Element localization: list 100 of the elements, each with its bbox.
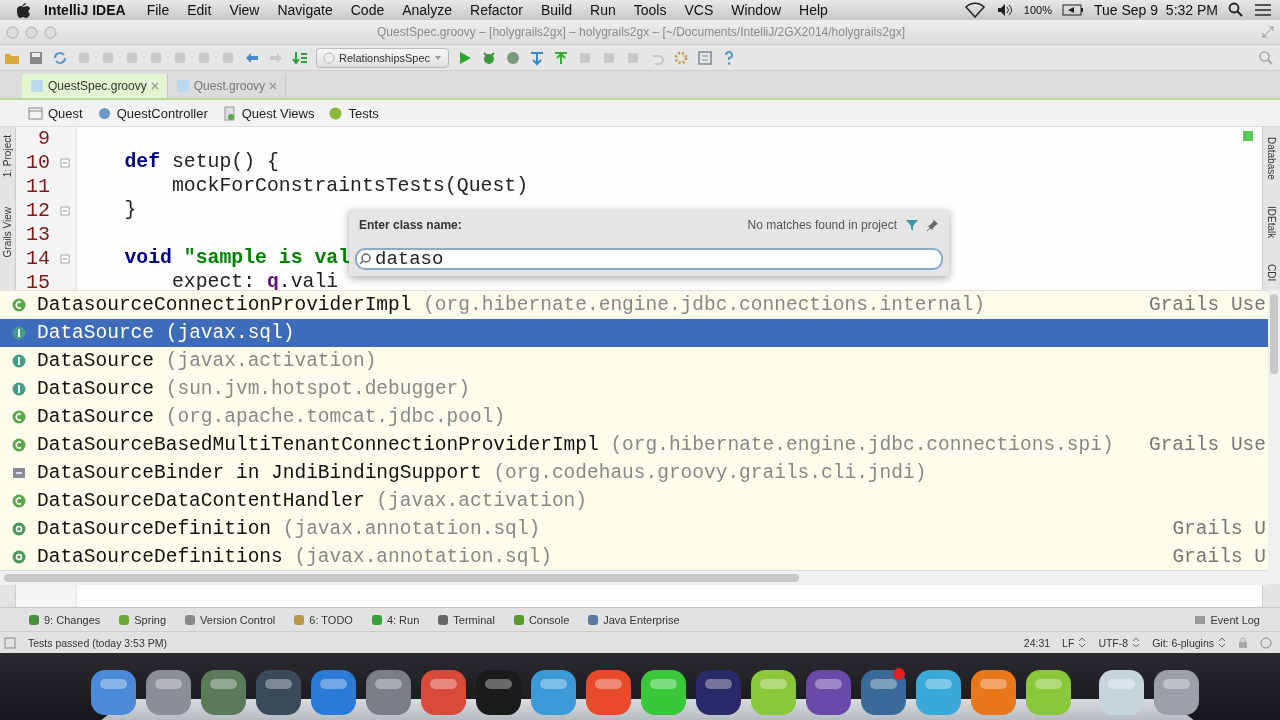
completion-item[interactable]: DataSourceDefinitions (javax.annotation.sql) Grails U — [0, 543, 1268, 571]
tool-window-button[interactable]: 9: Changes — [28, 613, 101, 626]
class-name-field[interactable]: dataso — [355, 248, 943, 270]
menu-item[interactable]: Edit — [178, 2, 221, 18]
fold-icon[interactable] — [60, 158, 70, 168]
sync-icon[interactable] — [52, 49, 68, 66]
window-control-icon[interactable] — [6, 25, 19, 39]
app-icon[interactable] — [253, 667, 304, 717]
vcs-branch[interactable]: Git: 6-plugins — [1152, 636, 1226, 649]
tool-window-button[interactable]: 4: Run — [370, 613, 420, 626]
completion-item[interactable]: DataSourceDataContentHandler (javax.activation) — [0, 487, 1268, 515]
tool-window-button[interactable]: 6: TODO — [293, 613, 353, 626]
close-icon[interactable] — [150, 82, 159, 90]
menu-item[interactable]: Analyze — [393, 2, 461, 18]
menu-item[interactable]: Navigate — [268, 2, 342, 18]
menu-item[interactable]: File — [137, 2, 179, 18]
save-icon[interactable] — [28, 49, 44, 66]
app-icon[interactable] — [858, 667, 909, 717]
cursor-position[interactable]: 24:31 — [1023, 636, 1051, 649]
completion-item[interactable]: DataSource (sun.jvm.hotspot.debugger) — [0, 375, 1268, 403]
build-icon[interactable] — [292, 49, 308, 66]
battery-icon[interactable] — [1062, 4, 1084, 16]
app-icon[interactable] — [363, 667, 414, 717]
app-icon[interactable] — [803, 667, 854, 717]
tool-window-tab[interactable]: IDEtalk — [1266, 205, 1277, 239]
tool-window-button[interactable]: Version Control — [184, 613, 276, 626]
menu-item[interactable]: View — [220, 2, 269, 18]
fold-icon[interactable] — [60, 206, 70, 216]
app-menu[interactable]: IntelliJ IDEA — [30, 2, 138, 18]
window-control-icon[interactable] — [25, 25, 38, 39]
tool-window-tab[interactable]: 1: Project — [2, 135, 13, 178]
app-icon[interactable] — [418, 667, 469, 717]
list-icon[interactable] — [1254, 3, 1272, 17]
editor-tab[interactable]: QuestSpec.groovy — [22, 74, 168, 98]
menu-item[interactable]: Code — [341, 2, 394, 18]
nav-link[interactable]: QuestController — [96, 105, 208, 121]
app-icon[interactable] — [638, 667, 689, 717]
app-icon[interactable] — [913, 667, 964, 717]
close-icon[interactable] — [269, 82, 278, 90]
window-control-icon[interactable] — [44, 25, 57, 39]
menu-item[interactable]: Refactor — [461, 2, 532, 18]
menu-item[interactable]: Help — [790, 2, 837, 18]
app-icon[interactable] — [88, 667, 139, 717]
vcs-update-icon[interactable] — [529, 49, 546, 66]
clock[interactable]: Tue Sep 9 5:32 PM — [1094, 2, 1218, 18]
menu-item[interactable]: Window — [722, 2, 791, 18]
completion-item[interactable]: DataSource (org.apache.tomcat.jdbc.pool) — [0, 403, 1268, 431]
nav-link[interactable]: Quest Views — [221, 105, 315, 121]
tool-window-tab[interactable]: Database — [1266, 137, 1277, 180]
tool-window-button[interactable]: Event Log — [1194, 613, 1260, 626]
app-icon[interactable] — [308, 667, 359, 717]
filter-icon[interactable] — [905, 218, 919, 232]
nav-link[interactable]: Tests — [328, 105, 379, 121]
tool-window-tab[interactable]: Grails View — [2, 207, 13, 258]
pin-icon[interactable] — [927, 219, 939, 231]
updown-icon — [1132, 637, 1141, 648]
tool-window-button[interactable]: Java Enterprise — [587, 613, 680, 626]
app-icon[interactable] — [473, 667, 524, 717]
completion-item[interactable]: DataSource (javax.activation) — [0, 347, 1268, 375]
file-encoding[interactable]: UTF-8 — [1098, 636, 1141, 649]
app-icon[interactable] — [1096, 667, 1147, 717]
app-icon[interactable] — [968, 667, 1019, 717]
lock-icon[interactable] — [1238, 636, 1248, 649]
completion-item[interactable]: DataSourceBinder in JndiBindingSupport (org.codehaus.groovy.grails.cli.jndi) — [0, 459, 1268, 487]
volume-icon[interactable] — [995, 2, 1014, 18]
search-icon[interactable] — [1228, 2, 1244, 18]
line-number: 11 — [25, 175, 51, 199]
menu-item[interactable]: Run — [581, 2, 625, 18]
app-icon[interactable] — [1023, 667, 1074, 717]
tool-window-button[interactable]: Console — [512, 613, 570, 626]
scrollbar-thumb[interactable] — [4, 574, 799, 582]
vcs-commit-icon[interactable] — [553, 49, 570, 66]
completion-item[interactable]: DataSourceDefinition (javax.annotation.sql) Grails U — [0, 515, 1268, 543]
structure-icon[interactable] — [697, 49, 714, 66]
line-number: 10 — [25, 151, 51, 175]
run-config-dropdown[interactable]: RelationshipsSpec — [316, 47, 450, 68]
tool-window-button[interactable]: Spring — [118, 613, 167, 626]
tool-window-tab[interactable]: CDI — [1266, 264, 1277, 282]
menu-item[interactable]: Build — [531, 2, 582, 18]
scrollbar-thumb[interactable] — [1270, 294, 1278, 374]
tool-window-button[interactable]: Terminal — [437, 613, 495, 626]
completion-item[interactable]: DataSourceBasedMultiTenantConnectionProviderImpl (org.hibernate.engine.jdbc.connections.spi) Grails Use — [0, 431, 1268, 459]
wifi-icon[interactable] — [963, 2, 986, 18]
menu-item[interactable]: VCS — [675, 2, 723, 18]
line-separator[interactable]: LF — [1062, 636, 1087, 649]
app-icon[interactable] — [528, 667, 579, 717]
fullscreen-icon[interactable] — [1260, 24, 1276, 40]
app-icon[interactable] — [748, 667, 799, 717]
debug-icon[interactable] — [481, 49, 498, 66]
app-icon[interactable] — [1151, 667, 1202, 717]
app-icon[interactable] — [143, 667, 194, 717]
completion-item[interactable]: DataSource (javax.sql) — [0, 319, 1268, 347]
app-icon[interactable] — [693, 667, 744, 717]
app-icon[interactable] — [198, 667, 249, 717]
menu-item[interactable]: Tools — [624, 2, 676, 18]
fold-icon[interactable] — [60, 254, 70, 264]
settings-icon[interactable] — [673, 49, 690, 66]
panel-toggle-icon[interactable] — [4, 636, 16, 649]
nav-link[interactable]: Quest — [28, 105, 83, 121]
app-icon[interactable] — [583, 667, 634, 717]
